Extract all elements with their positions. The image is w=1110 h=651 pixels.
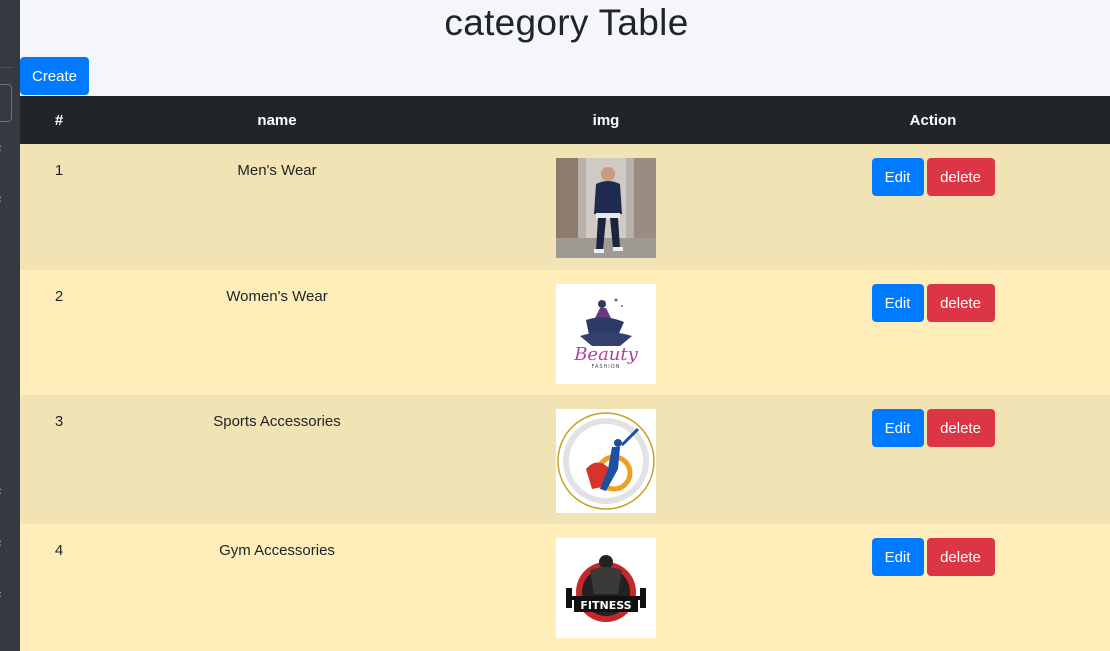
- create-button[interactable]: Create: [20, 57, 89, 95]
- edit-button[interactable]: Edit: [871, 538, 924, 576]
- delete-button[interactable]: delete: [926, 158, 995, 196]
- row-name: Men's Wear: [237, 162, 317, 179]
- sidebar-search-box[interactable]: [0, 84, 12, 122]
- table-row: 2 Women's Wear Beauty FASHION Edit delet…: [20, 270, 1110, 395]
- beauty-fashion-logo: Beauty FASHION: [556, 284, 656, 384]
- column-header-action: Action: [909, 111, 957, 129]
- edit-button[interactable]: Edit: [871, 158, 924, 196]
- chevron-left-icon[interactable]: ‹: [0, 193, 3, 205]
- fitness-logo-text: FITNESS: [580, 599, 631, 612]
- row-number: 3: [54, 413, 64, 430]
- row-number: 4: [54, 542, 64, 559]
- table-row: 4 Gym Accessories FITNESS Edit delete: [20, 524, 1110, 651]
- chevron-left-icon[interactable]: ‹: [0, 588, 3, 600]
- sidebar-divider: [0, 67, 13, 68]
- category-table: # name img Action 1 Men's Wear Edit dele…: [20, 96, 1110, 651]
- fashion-logo-subtext: FASHION: [592, 364, 621, 370]
- row-name: Gym Accessories: [219, 542, 335, 559]
- main-content: category Table Create # name img Action …: [20, 0, 1110, 651]
- sidebar: ‹ ‹ ‹ ‹ ‹: [0, 0, 20, 651]
- chevron-left-icon[interactable]: ‹: [0, 537, 3, 549]
- row-name: Sports Accessories: [213, 413, 341, 430]
- edit-button[interactable]: Edit: [871, 409, 924, 447]
- column-header-img: img: [592, 111, 620, 129]
- delete-button[interactable]: delete: [926, 284, 995, 322]
- table-row: 3 Sports Accessories Edit delete: [20, 395, 1110, 524]
- row-number: 2: [54, 288, 64, 305]
- chevron-left-icon[interactable]: ‹: [0, 142, 3, 154]
- delete-button[interactable]: delete: [926, 409, 995, 447]
- table-header-row: # name img Action: [20, 96, 1110, 144]
- row-number: 1: [54, 162, 64, 179]
- page-title: category Table: [444, 2, 689, 43]
- column-header-name: name: [257, 111, 297, 129]
- cricket-association-logo: [556, 409, 656, 513]
- row-name: Women's Wear: [226, 288, 328, 305]
- table-row: 1 Men's Wear Edit delete: [20, 144, 1110, 270]
- beauty-logo-text: Beauty: [573, 344, 638, 365]
- column-header-number: #: [54, 111, 64, 129]
- edit-button[interactable]: Edit: [871, 284, 924, 322]
- mens-wear-photo: [556, 158, 656, 258]
- fitness-logo: FITNESS: [556, 538, 656, 638]
- chevron-left-icon[interactable]: ‹: [0, 485, 3, 497]
- delete-button[interactable]: delete: [926, 538, 995, 576]
